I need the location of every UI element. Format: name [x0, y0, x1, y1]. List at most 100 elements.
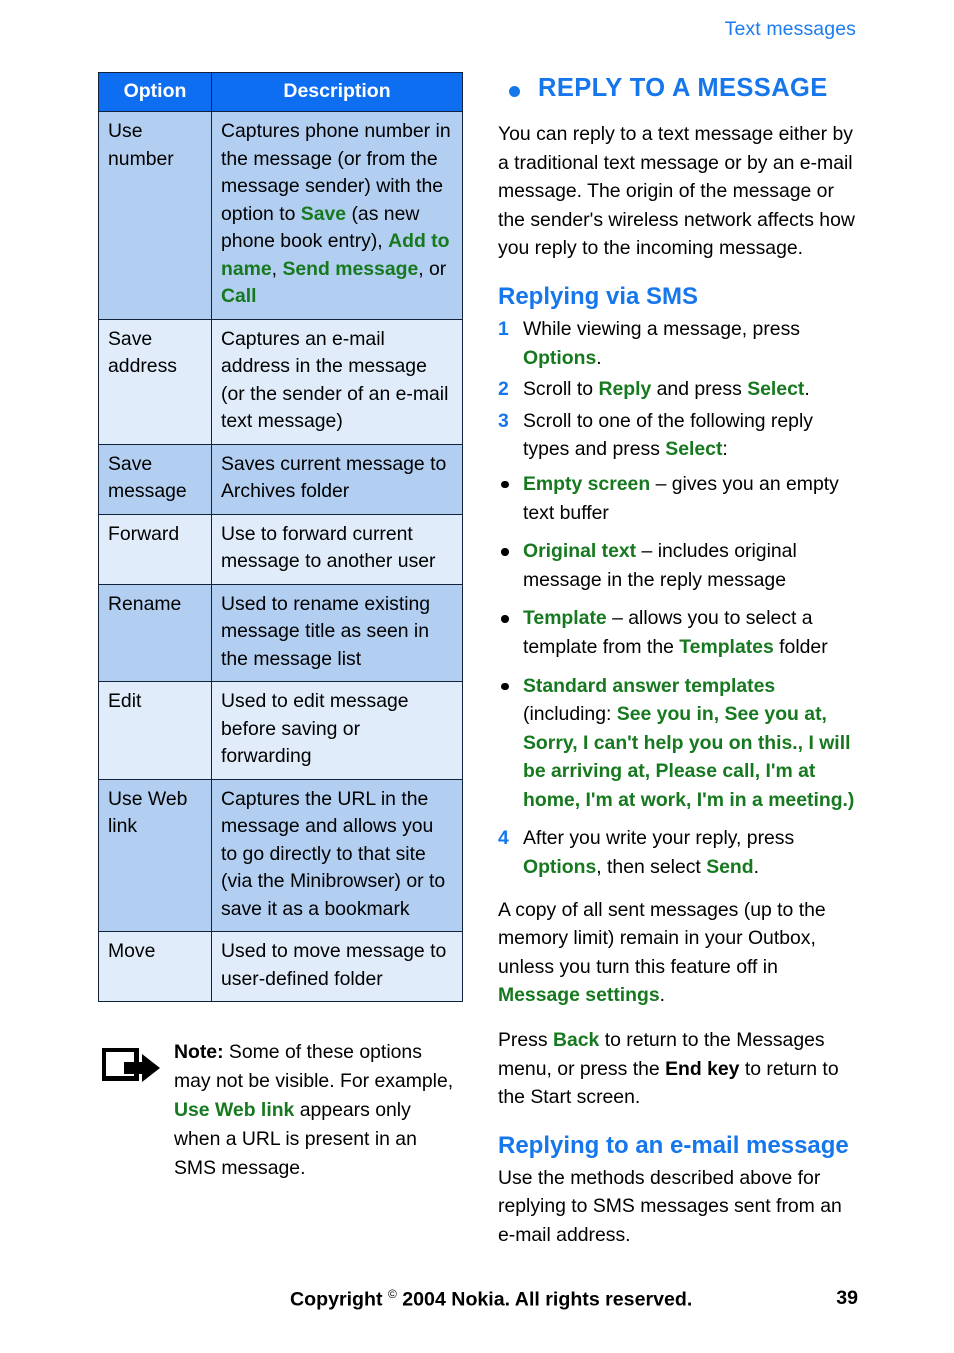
copyright-notice: Copyright © 2004 Nokia. All rights reser…	[290, 1287, 692, 1312]
intro-paragraph: You can reply to a text message either b…	[498, 123, 855, 260]
plain-text: and press	[651, 378, 748, 401]
ui-term: Options	[523, 856, 597, 879]
ui-term: Send	[706, 856, 754, 879]
table-body: Use number Captures phone number in the …	[98, 111, 463, 1002]
plain-text: While viewing a message, press	[523, 317, 800, 340]
reply-type-text: Original text – includes original messag…	[523, 540, 797, 591]
cell-description: Used to rename existing message title as…	[211, 583, 463, 682]
step-text: Scroll to one of the following reply typ…	[523, 410, 813, 461]
ui-term: Use Web link	[174, 1099, 295, 1121]
step-text: Scroll to Reply and press Select.	[523, 378, 810, 400]
reply-type-text: Template – allows you to select a templa…	[523, 607, 828, 658]
right-column: REPLY TO A MESSAGE You can reply to a te…	[498, 72, 858, 1266]
bullet-icon	[501, 480, 509, 489]
reply-type-text: Standard answer templates (including: Se…	[523, 675, 854, 811]
plain-text: folder	[773, 635, 828, 658]
list-item: Standard answer templates (including: Se…	[498, 672, 858, 815]
subheading-replying-via-sms: Replying via SMS	[498, 282, 699, 310]
table-header-row: Option Description	[98, 72, 463, 112]
list-item: Empty screen – gives you an empty text b…	[498, 470, 858, 527]
list-item: 4 After you write your reply, press Opti…	[498, 824, 858, 881]
page-footer: Copyright © 2004 Nokia. All rights reser…	[98, 1287, 858, 1315]
note-text: Note: Some of these options may not be v…	[174, 1038, 462, 1183]
ui-term: Message settings	[498, 984, 660, 1007]
emphasis-text: End key	[665, 1057, 740, 1080]
table-row: Rename Used to rename existing message t…	[98, 583, 463, 682]
page-title: REPLY TO A MESSAGE	[538, 74, 828, 102]
step-number: 4	[498, 827, 509, 850]
table-row: Use Web link Captures the URL in the mes…	[98, 778, 463, 932]
plain-text: , or	[418, 257, 447, 280]
list-item: 1 While viewing a message, press Options…	[498, 315, 858, 372]
ui-term: Original text	[523, 540, 637, 563]
plain-text: ,	[271, 257, 283, 280]
cell-option: Rename	[98, 583, 212, 682]
ui-term: Select	[747, 378, 805, 401]
plain-text: Captures the URL in the message and allo…	[221, 787, 446, 920]
ui-term: Select	[665, 438, 723, 461]
plain-text: After you write your reply, press	[523, 827, 795, 850]
plain-text: Used to edit message before saving or fo…	[221, 690, 409, 767]
emphasis-text: Note:	[174, 1041, 224, 1063]
note-arrow-icon	[101, 1047, 164, 1090]
copyright-symbol: ©	[387, 1287, 397, 1301]
cell-option: Forward	[98, 513, 212, 585]
cell-description: Captures an e-mail address in the messag…	[211, 318, 463, 445]
plain-text: Captures an e-mail address in the messag…	[221, 327, 449, 433]
page-columns: Option Description Use number Captures p…	[98, 72, 858, 1246]
cell-description: Used to edit message before saving or fo…	[211, 681, 463, 780]
paragraph-email-body: Use the methods described above for repl…	[498, 1166, 842, 1246]
list-item: 3 Scroll to one of the following reply t…	[498, 407, 858, 464]
cell-option: Use number	[98, 111, 212, 320]
ui-term: Options	[523, 346, 597, 369]
cell-description: Saves current message to Archives folder	[211, 443, 463, 515]
ui-term: Reply	[598, 378, 652, 401]
table-row: Forward Use to forward current message t…	[98, 513, 463, 585]
plain-text: :	[722, 438, 728, 461]
cell-option: Save address	[98, 318, 212, 445]
plain-text: .	[659, 984, 666, 1007]
plain-text: Used to rename existing message title as…	[221, 592, 431, 670]
section-heading-row: REPLY TO A MESSAGE	[498, 72, 858, 104]
table-row: Save address Captures an e-mail address …	[98, 318, 463, 445]
message-options-table: Option Description Use number Captures p…	[98, 72, 463, 1002]
plain-text: A copy of all sent messages (up to the m…	[498, 898, 826, 978]
cell-description: Use to forward current message to anothe…	[211, 513, 463, 585]
plain-text: Scroll to	[523, 378, 599, 401]
reply-type-text: Empty screen – gives you an empty text b…	[523, 473, 839, 524]
cell-option: Save message	[98, 443, 212, 515]
step-number: 1	[498, 317, 509, 340]
bullet-icon	[501, 615, 509, 623]
ui-term: Call	[221, 285, 257, 307]
cell-option: Move	[98, 931, 212, 1002]
paragraph-sent-copy: A copy of all sent messages (up to the m…	[498, 896, 858, 1010]
reply-types-list: Empty screen – gives you an empty text b…	[498, 470, 858, 815]
step-text: While viewing a message, press Options.	[523, 318, 800, 369]
note-callout: Note: Some of these options may not be v…	[98, 1038, 462, 1183]
running-header: Text messages	[724, 18, 856, 40]
page-number: 39	[836, 1287, 858, 1309]
step-number: 2	[498, 378, 509, 401]
paragraph-back-key: Press Back to return to the Messages men…	[498, 1026, 858, 1112]
plain-text: .	[804, 378, 810, 401]
ui-term: Back	[552, 1029, 600, 1052]
cell-option: Edit	[98, 681, 212, 780]
step-text: After you write your reply, press Option…	[523, 827, 794, 878]
document-page: Text messages Option Description Use num…	[0, 0, 954, 1353]
steps-list-sms: 1 While viewing a message, press Options…	[498, 315, 858, 464]
plain-text: Saves current message to Archives folder	[221, 452, 447, 503]
ui-term: Standard answer templates	[523, 674, 776, 697]
ui-term: Save	[300, 202, 347, 225]
list-item: Original text – includes original messag…	[498, 537, 858, 594]
table-row: Use number Captures phone number in the …	[98, 111, 463, 320]
table-row: Move Used to move message to user-define…	[98, 931, 463, 1002]
table-row: Edit Used to edit message before saving …	[98, 681, 463, 780]
list-item: Template – allows you to select a templa…	[498, 604, 858, 661]
ui-term: Send message	[282, 257, 419, 280]
copyright-before: Copyright	[290, 1288, 388, 1311]
bullet-icon	[501, 548, 509, 556]
step-number: 3	[498, 409, 509, 432]
list-item: 2 Scroll to Reply and press Select.	[498, 375, 858, 404]
ui-term: Template	[523, 607, 607, 630]
plain-text: (including:	[523, 703, 617, 726]
